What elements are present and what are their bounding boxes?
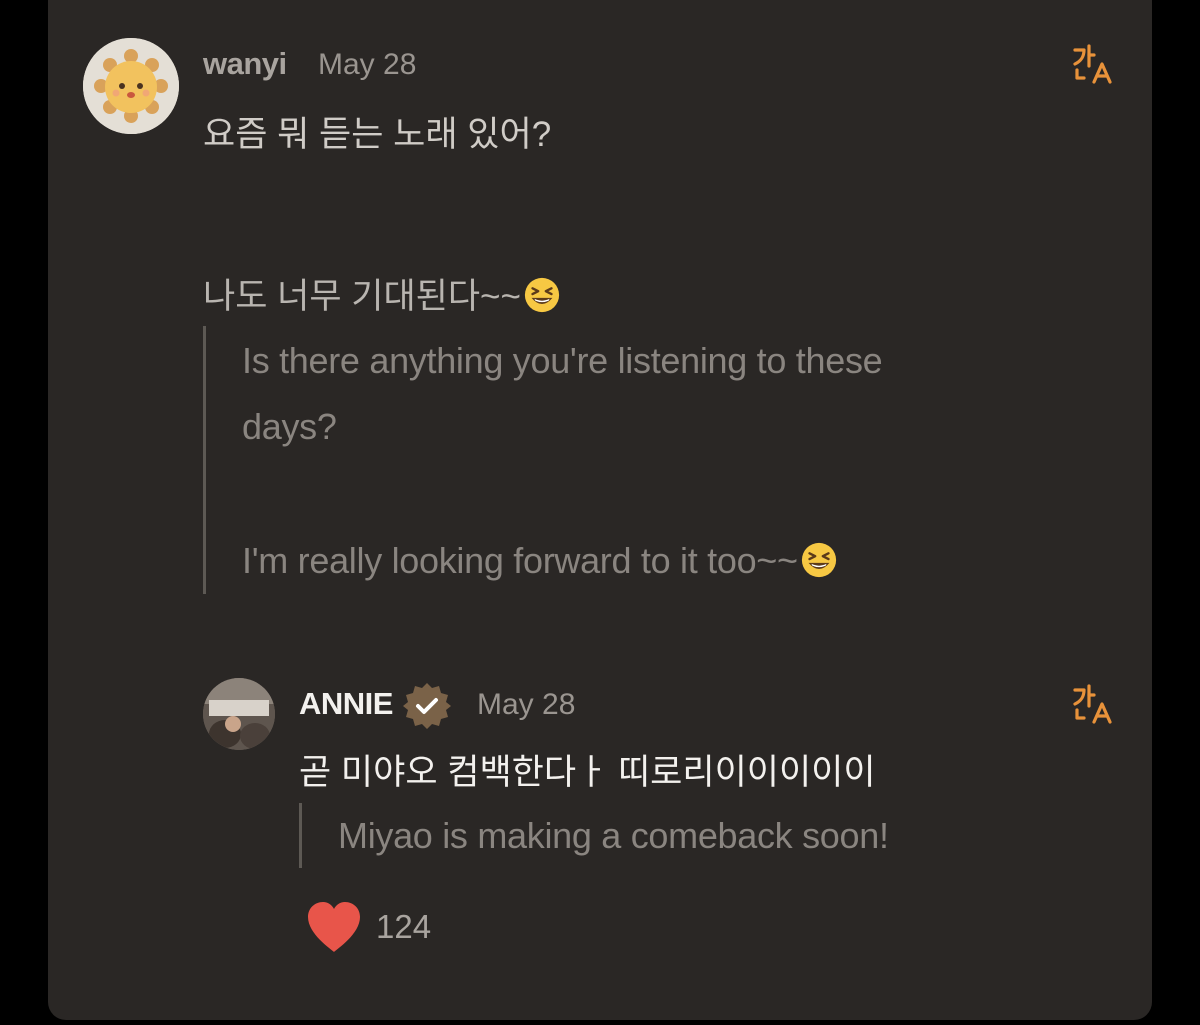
translate-icon[interactable] <box>1069 680 1117 728</box>
translate-icon[interactable] <box>1069 40 1117 88</box>
annie-avatar[interactable] <box>203 678 275 750</box>
wanyi-avatar[interactable] <box>83 38 179 134</box>
verified-badge-icon <box>401 680 453 732</box>
reply-date: May 28 <box>477 688 576 721</box>
comment-translation-line2: I'm really looking forward to it too~~ <box>242 540 838 582</box>
comment-translation-line1b: days? <box>242 406 337 447</box>
reply-username[interactable]: ANNIE <box>299 686 393 722</box>
comment-translation-line1a: Is there anything you're listening to th… <box>242 340 883 381</box>
comment-text-line2: 나도 너무 기대된다~~ <box>203 268 561 319</box>
heart-icon[interactable] <box>305 900 363 954</box>
comment-username[interactable]: wanyi <box>203 46 287 82</box>
reply-translation: Miyao is making a comeback soon! <box>338 815 889 856</box>
grinning-squinting-face-emoji <box>524 277 560 313</box>
like-count: 124 <box>376 908 432 945</box>
grinning-squinting-face-emoji <box>801 542 836 578</box>
reply-text: 곧 미야오 컴백한다ㅏ 띠로리이이이이이 <box>299 753 876 792</box>
translation-quote-bar <box>299 803 302 868</box>
comment-text-line1: 요즘 뭐 듣는 노래 있어? <box>203 115 552 154</box>
comment-date: May 28 <box>318 48 417 81</box>
sun-character-icon <box>83 38 179 134</box>
translation-quote-bar <box>203 326 206 594</box>
